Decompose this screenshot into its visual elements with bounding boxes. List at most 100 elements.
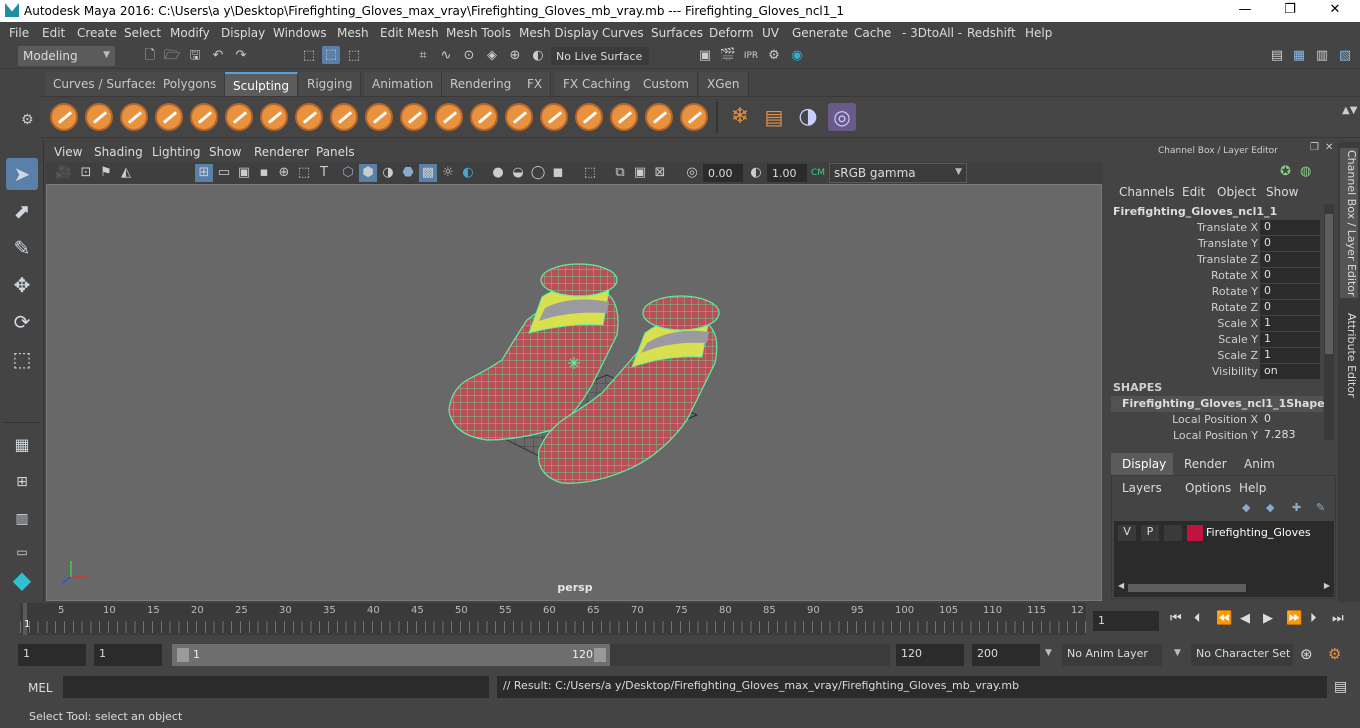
safe-title-icon[interactable]: T bbox=[315, 164, 333, 182]
channel-settings-icon[interactable]: ◍ bbox=[1300, 164, 1311, 179]
wireframe-on-shaded-icon[interactable]: ◑ bbox=[379, 164, 397, 182]
attr-rotate-z[interactable]: Rotate Z0 bbox=[1108, 300, 1336, 316]
play-forwards-icon[interactable]: ▶ bbox=[1263, 611, 1273, 626]
move-layer-down-icon[interactable]: ◆ bbox=[1266, 501, 1274, 514]
attr-rotate-x[interactable]: Rotate X0 bbox=[1108, 268, 1336, 284]
float-panel-icon[interactable]: ❐ bbox=[1310, 142, 1319, 153]
mask-icon[interactable] bbox=[693, 104, 721, 132]
shelf-settings-icon[interactable]: ⚙ bbox=[21, 112, 34, 128]
foamy-tool-icon[interactable] bbox=[260, 103, 288, 131]
play-backwards-icon[interactable]: ◀ bbox=[1240, 611, 1250, 626]
select-object-icon[interactable]: ⬚ bbox=[322, 46, 340, 64]
auto-key-icon[interactable]: ⊛ bbox=[1300, 645, 1313, 663]
snap-grid-icon[interactable]: ⌗ bbox=[414, 47, 432, 65]
bulge-tool-icon[interactable] bbox=[575, 103, 603, 131]
tab-anim-layers[interactable]: Anim bbox=[1244, 457, 1275, 471]
tab-render-layers[interactable]: Render bbox=[1184, 457, 1227, 471]
smooth-shade-icon[interactable]: ⬢ bbox=[359, 164, 377, 182]
rotate-tool-icon[interactable]: ⟳ bbox=[6, 306, 38, 338]
tab-channel-box-layer-editor[interactable]: Channel Box / Layer Editor bbox=[1340, 148, 1358, 298]
scrape-tool-icon[interactable] bbox=[435, 103, 463, 131]
current-frame-field[interactable]: 1 bbox=[1093, 611, 1159, 631]
four-view-layout-icon[interactable]: ⊞ bbox=[6, 466, 38, 498]
grab-tool-icon[interactable] bbox=[155, 103, 183, 131]
menu-create[interactable]: Create bbox=[77, 26, 117, 40]
gamma-field[interactable]: 1.00 bbox=[767, 164, 807, 182]
select-component-icon[interactable]: ⬚ bbox=[345, 47, 363, 65]
channel-box-menu-channels[interactable]: Channels bbox=[1119, 185, 1175, 199]
tab-fx-caching[interactable]: FX Caching bbox=[555, 72, 640, 96]
script-editor-icon[interactable]: ▤ bbox=[1334, 679, 1347, 695]
scroll-left-icon[interactable]: ◀ bbox=[1118, 581, 1124, 590]
menu-deform[interactable]: Deform bbox=[709, 26, 754, 40]
hypershade-icon[interactable]: ◉ bbox=[788, 47, 806, 65]
shelf-scroll-icon[interactable]: ▲▼ bbox=[1342, 105, 1357, 116]
animation-preferences-icon[interactable]: ⚙ bbox=[1328, 645, 1341, 663]
use-lights-icon[interactable]: ☼ bbox=[439, 164, 457, 182]
layer-menu-options[interactable]: Options bbox=[1185, 481, 1231, 495]
layer-visibility-toggle[interactable]: V bbox=[1118, 525, 1136, 541]
menu-cache[interactable]: Cache bbox=[854, 26, 891, 40]
snap-live-icon[interactable]: ⊕ bbox=[506, 47, 524, 65]
render-view-icon[interactable]: ▣ bbox=[696, 47, 714, 65]
attr-translate-y[interactable]: Translate Y0 bbox=[1108, 236, 1336, 252]
menu-display[interactable]: Display bbox=[221, 26, 265, 40]
relax-tool-icon[interactable] bbox=[120, 103, 148, 131]
redo-icon[interactable]: ↷ bbox=[232, 47, 250, 65]
color-wheel-icon[interactable]: ✪ bbox=[1280, 164, 1291, 179]
menu-file[interactable]: File bbox=[9, 26, 29, 40]
attr-scale-z[interactable]: Scale Z1 bbox=[1108, 348, 1336, 364]
playback-end-field[interactable]: 120 bbox=[896, 644, 964, 666]
vp-menu-shading[interactable]: Shading bbox=[94, 145, 143, 159]
snap-view-plane-icon[interactable]: ◈ bbox=[483, 47, 501, 65]
tab-curves-surfaces[interactable]: Curves / Surfaces bbox=[45, 72, 168, 96]
backface-icon[interactable]: ⊠ bbox=[651, 164, 669, 182]
color-management-icon[interactable]: CM bbox=[809, 164, 827, 182]
knife-tool-icon[interactable] bbox=[505, 103, 533, 131]
menu-surfaces[interactable]: Surfaces bbox=[651, 26, 703, 40]
menu-3dtoall[interactable]: - 3DtoAll - bbox=[902, 26, 962, 40]
menu-modify[interactable]: Modify bbox=[170, 26, 210, 40]
exposure-field[interactable]: 0.00 bbox=[703, 164, 743, 182]
range-end-handle[interactable] bbox=[594, 648, 606, 662]
vp-menu-lighting[interactable]: Lighting bbox=[152, 145, 201, 159]
time-ruler[interactable]: 1 5 10 15 20 25 30 35 40 45 50 55 60 65 … bbox=[20, 603, 1086, 635]
menu-curves[interactable]: Curves bbox=[602, 26, 644, 40]
live-surface-field[interactable]: No Live Surface bbox=[551, 47, 649, 65]
menu-uv[interactable]: UV bbox=[762, 26, 779, 40]
tab-fx[interactable]: FX bbox=[519, 72, 552, 96]
scrollbar-thumb[interactable] bbox=[1325, 214, 1333, 354]
close-panel-icon[interactable]: ✕ bbox=[1325, 142, 1333, 153]
single-perspective-layout-icon[interactable]: ▦ bbox=[6, 429, 38, 461]
snap-curve-icon[interactable]: ∿ bbox=[437, 47, 455, 65]
animation-start-field[interactable]: 1 bbox=[18, 644, 86, 666]
undo-icon[interactable]: ↶ bbox=[209, 47, 227, 65]
motion-blur-icon[interactable]: ◒ bbox=[509, 164, 527, 182]
layer-hscrollbar[interactable]: ◀ ▶ bbox=[1118, 581, 1330, 593]
playback-start-field[interactable]: 1 bbox=[94, 644, 162, 666]
sculpt-tool-icon[interactable] bbox=[50, 103, 78, 131]
sculpt-layers-icon[interactable]: ▤ bbox=[760, 103, 788, 131]
command-language-label[interactable]: MEL bbox=[28, 681, 53, 695]
attr-scale-y[interactable]: Scale Y1 bbox=[1108, 332, 1336, 348]
command-input[interactable] bbox=[63, 676, 489, 698]
tab-xgen[interactable]: XGen bbox=[699, 72, 749, 96]
outliner-layout-icon[interactable]: ▥ bbox=[6, 503, 38, 535]
xray-joints-icon[interactable]: ⧉ bbox=[611, 164, 629, 182]
smooth-tool-icon[interactable] bbox=[85, 103, 113, 131]
anim-layer-dropdown[interactable]: No Anim Layer bbox=[1062, 644, 1162, 666]
camera-select-icon[interactable]: 🎥 bbox=[55, 164, 73, 182]
new-layer-selected-icon[interactable]: ✎ bbox=[1316, 501, 1325, 514]
safe-action-icon[interactable]: ⬚ bbox=[295, 164, 313, 182]
isolate-select-icon[interactable]: ⬚ bbox=[581, 164, 599, 182]
step-back-key-icon[interactable]: ⏪ bbox=[1216, 611, 1232, 626]
vp-menu-view[interactable]: View bbox=[54, 145, 82, 159]
attr-scale-x[interactable]: Scale X1 bbox=[1108, 316, 1336, 332]
shape-name-row[interactable]: Firefighting_Gloves_ncl1_1Shape bbox=[1111, 396, 1325, 412]
channel-box-menu-edit[interactable]: Edit bbox=[1182, 185, 1205, 199]
character-set-dropdown[interactable]: No Character Set bbox=[1191, 644, 1293, 666]
amplify-tool-icon[interactable] bbox=[610, 103, 638, 131]
menu-select[interactable]: Select bbox=[124, 26, 161, 40]
menu-mesh[interactable]: Mesh bbox=[337, 26, 369, 40]
layer-menu-help[interactable]: Help bbox=[1239, 481, 1266, 495]
